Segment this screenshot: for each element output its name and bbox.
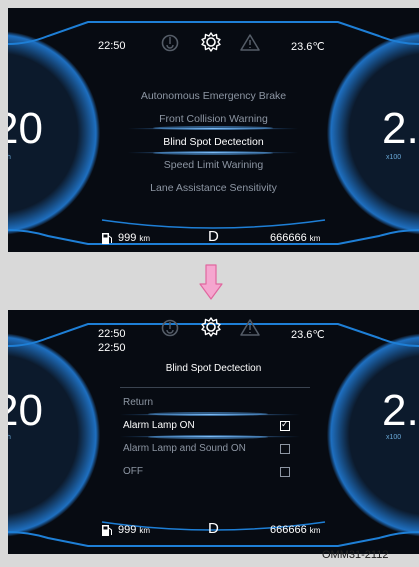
option-return[interactable]: Return	[123, 397, 153, 408]
down-arrow-icon	[199, 264, 223, 300]
gear-indicator: D	[208, 520, 219, 537]
clock: 22:50	[98, 328, 126, 340]
menu-item-aeb[interactable]: Autonomous Emergency Brake	[8, 90, 419, 102]
left-gauge-unit: h	[8, 434, 11, 441]
gear-indicator: D	[208, 228, 219, 245]
right-gauge-value: 2.	[382, 386, 419, 435]
gear-icon	[201, 32, 221, 52]
option-alarm-lamp-and-sound[interactable]: Alarm Lamp and Sound ON	[123, 443, 246, 454]
gear-icon	[201, 317, 221, 337]
menu-item-slw[interactable]: Speed Limit Warining	[8, 159, 419, 171]
fuel-icon	[102, 233, 112, 244]
fuel-range: 999 km	[118, 232, 151, 244]
tire-pressure-icon	[161, 319, 179, 337]
off-checkbox[interactable]	[280, 467, 290, 477]
odometer: 666666 km	[270, 524, 321, 536]
menu-item-fcw[interactable]: Front Collision Warning	[8, 113, 419, 125]
outside-temperature: 23.6℃	[291, 329, 325, 341]
tire-pressure-icon	[161, 34, 179, 52]
figure-code: OMM31-2112	[322, 549, 389, 561]
menu-item-bsd[interactable]: Blind Spot Dectection	[8, 136, 419, 148]
clock: 22:50	[98, 40, 126, 52]
cluster-screen-menu: 22:50 23.6℃ 20 h 2. x100 Autonomous Emer…	[8, 8, 419, 252]
fuel-range: 999 km	[118, 524, 151, 536]
fuel-icon	[102, 525, 112, 536]
submenu-title: Blind Spot Dectection	[165, 363, 262, 374]
alarm-lamp-and-sound-checkbox[interactable]	[280, 444, 290, 454]
option-off[interactable]: OFF	[123, 466, 143, 477]
cluster-screen-submenu: 22:50 23.6℃ 22:50 20 h 2. x100 Blind Spo…	[8, 310, 419, 554]
odometer: 666666 km	[270, 232, 321, 244]
warning-icon	[240, 34, 260, 51]
menu-item-lane-assist[interactable]: Lane Assistance Sensitivity	[8, 182, 419, 194]
warning-icon	[240, 319, 260, 336]
alarm-lamp-on-checkbox[interactable]	[280, 419, 290, 431]
option-alarm-lamp-on[interactable]: Alarm Lamp ON	[123, 420, 195, 431]
outside-temperature: 23.6℃	[291, 41, 325, 53]
right-gauge-unit: x100	[386, 434, 402, 441]
clock: 22:50	[98, 342, 126, 354]
left-gauge-value: 20	[8, 386, 43, 435]
cluster-frame-graphic	[8, 323, 419, 547]
